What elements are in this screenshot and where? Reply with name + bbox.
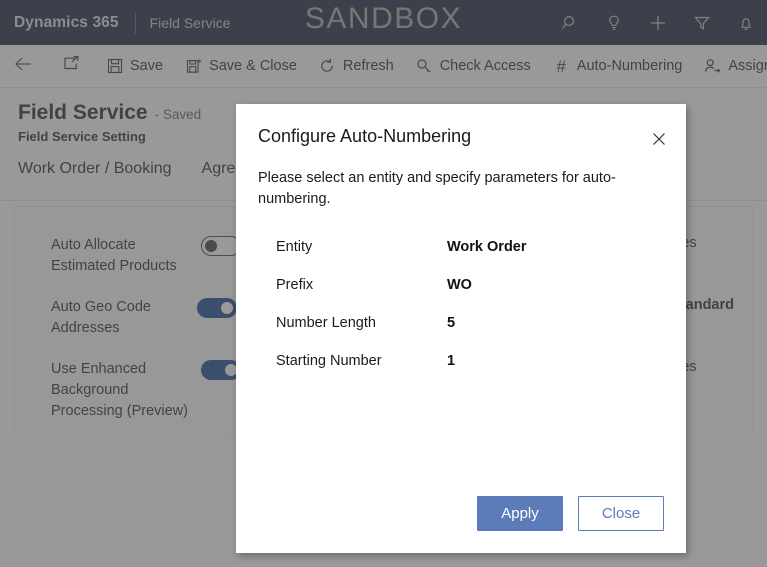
apply-button[interactable]: Apply	[477, 496, 563, 531]
app-window: Dynamics 365 Field Service SANDBOX	[0, 0, 767, 567]
field-value-prefix[interactable]: WO	[447, 277, 472, 293]
field-row-entity: Entity Work Order	[276, 228, 656, 266]
field-value-starting-number[interactable]: 1	[447, 353, 455, 369]
field-label-prefix: Prefix	[276, 277, 314, 293]
field-value-number-length[interactable]: 5	[447, 315, 455, 331]
field-row-number-length: Number Length 5	[276, 304, 656, 342]
field-row-starting-number: Starting Number 1	[276, 342, 656, 380]
dialog-title: Configure Auto-Numbering	[258, 126, 472, 146]
field-row-prefix: Prefix WO	[276, 266, 656, 304]
field-label-entity: Entity	[276, 239, 313, 255]
field-label-number-length: Number Length	[276, 315, 376, 331]
dialog-description: Please select an entity and specify para…	[258, 170, 616, 207]
dialog-action-bar: Apply Close	[477, 496, 664, 531]
field-label-starting-number: Starting Number	[276, 353, 382, 369]
configure-auto-numbering-dialog: Configure Auto-Numbering Please select a…	[236, 104, 686, 553]
field-value-entity[interactable]: Work Order	[447, 239, 527, 255]
dialog-header: Configure Auto-Numbering	[236, 104, 686, 147]
dialog-field-list: Entity Work Order Prefix WO Number Lengt…	[276, 228, 656, 380]
close-button[interactable]: Close	[578, 496, 664, 531]
close-icon[interactable]	[646, 126, 672, 152]
